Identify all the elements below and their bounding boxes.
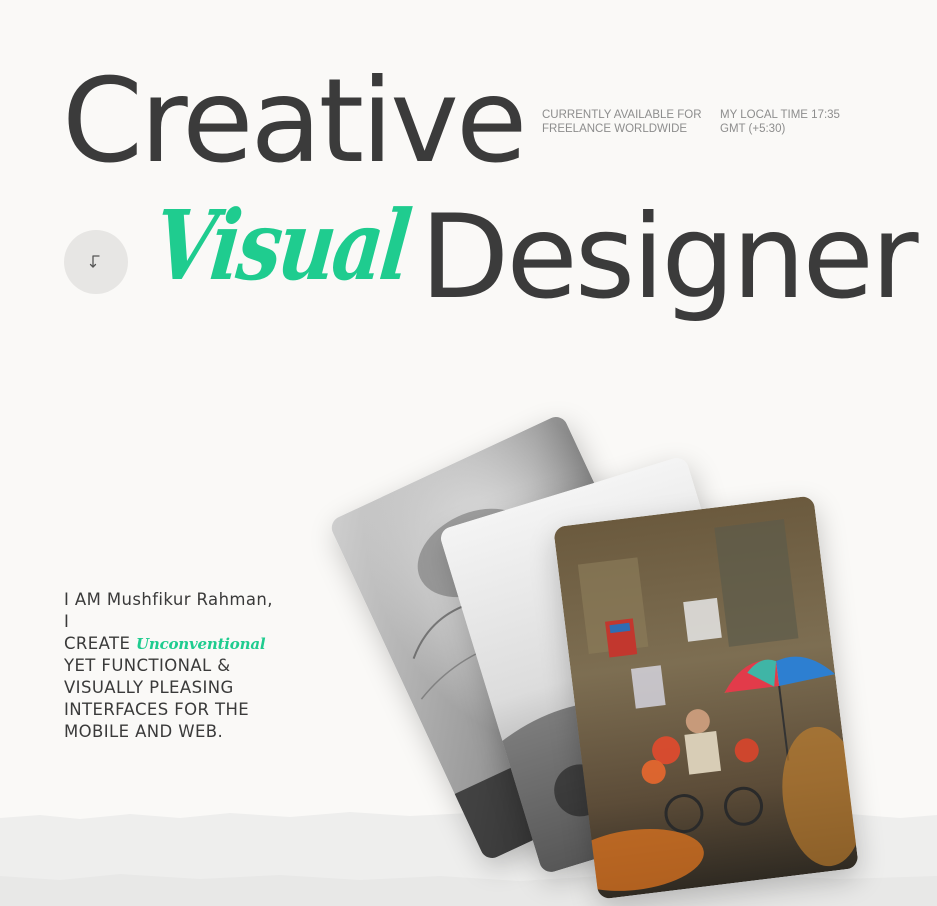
intro-line-3: CREATE Unconventional (64, 633, 324, 655)
hero-section: Creative CURRENTLY AVAILABLE FOR FREELAN… (0, 0, 937, 906)
intro-text: I AM Mushfikur Rahman, I CREATE Unconven… (64, 589, 324, 743)
local-time: MY LOCAL TIME 17:35 GMT (+5:30) (720, 108, 840, 136)
local-time-line-1: MY LOCAL TIME 17:35 (720, 109, 840, 121)
intro-line-7: MOBILE AND WEB. (64, 722, 224, 741)
intro-line-6: INTERFACES FOR THE (64, 700, 250, 719)
arrow-down-left-icon (89, 255, 100, 268)
intro-line-2: I (64, 612, 70, 631)
hero-title-visual-accent: Visual (149, 189, 414, 302)
street-market-photo-image (553, 495, 859, 900)
availability-line-1: CURRENTLY AVAILABLE FOR (542, 109, 702, 121)
intro-accent-word: Unconventional (135, 635, 266, 653)
scroll-down-button[interactable] (64, 230, 128, 294)
hero-title-designer: Designer (420, 190, 919, 325)
availability-line-2: FREELANCE WORLDWIDE (542, 123, 688, 135)
availability-status: CURRENTLY AVAILABLE FOR FREELANCE WORLDW… (542, 108, 702, 136)
local-time-line-2: GMT (+5:30) (720, 123, 786, 135)
hero-title-creative: Creative (62, 54, 527, 189)
intro-line-1: I AM Mushfikur Rahman, (64, 590, 273, 609)
intro-line-4: YET FUNCTIONAL & (64, 656, 231, 675)
intro-line-5: VISUALLY PLEASING (64, 678, 234, 697)
street-market-photo-card[interactable] (553, 495, 859, 900)
intro-create-word: CREATE (64, 634, 131, 653)
